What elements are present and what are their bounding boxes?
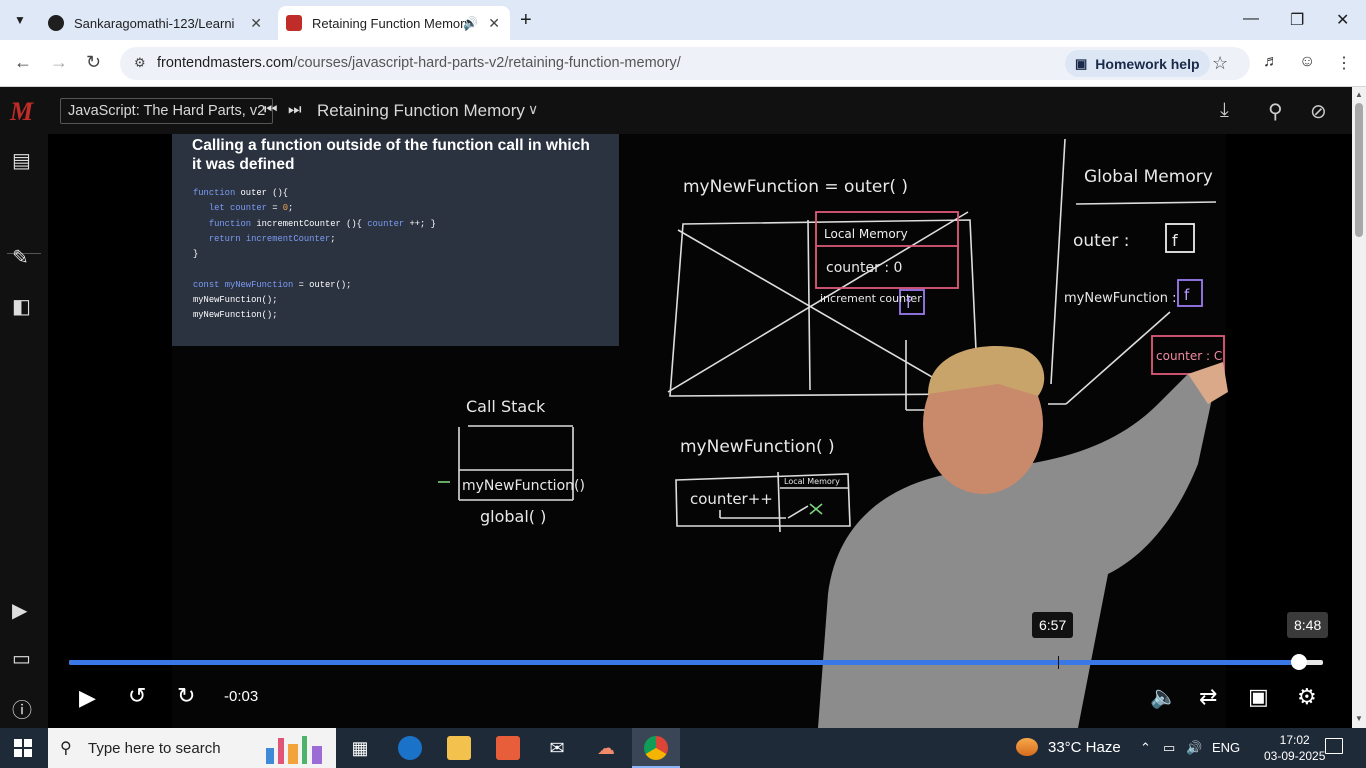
scroll-thumb[interactable] [1355, 103, 1363, 237]
duration-tooltip: 8:48 [1287, 612, 1329, 638]
file-explorer-icon[interactable] [447, 736, 471, 760]
hover-time-tooltip: 6:57 [1032, 612, 1074, 638]
window-close-icon[interactable]: ✕ [1336, 10, 1349, 30]
forward-arrow-icon[interactable]: → [50, 52, 68, 73]
previous-lesson-icon[interactable]: ⏮ [264, 101, 278, 118]
play-icon[interactable]: ▶ [79, 685, 96, 711]
notes-edit-icon[interactable]: ✎ [12, 245, 29, 270]
player-sidebar: ▤ ✎ ◧ ▶ ▭ ⓘ [0, 134, 48, 728]
tray-chevron-icon[interactable]: ⌃ [1140, 740, 1151, 756]
bookmark-star-icon[interactable]: ☆ [1212, 53, 1228, 74]
progress-hover-marker [1058, 656, 1059, 669]
tab-title: Retaining Function Memory [312, 15, 471, 31]
microsoft-store-icon[interactable] [496, 736, 520, 760]
reload-icon[interactable]: ↻ [86, 52, 101, 73]
github-icon [48, 15, 64, 31]
forward-icon[interactable]: ↻ [177, 683, 195, 709]
progress-bar[interactable] [69, 654, 1323, 670]
theater-mode-icon[interactable]: ▭ [12, 646, 31, 671]
browser-tab-strip: ▼ Sankaragomathi-123/Learning- ✕ Retaini… [0, 0, 1366, 40]
url-host: frontendmasters.com [157, 55, 294, 71]
clock-date: 03-09-2025 [1264, 749, 1326, 763]
weather-widget[interactable]: 33°C Haze [1016, 738, 1121, 756]
haze-weather-icon [1016, 738, 1038, 756]
frontendmasters-player-app: M JavaScript: The Hard Parts, v2 ⏮ ⏭ Ret… [0, 87, 1352, 728]
lens-icon: ▣ [1075, 55, 1088, 71]
tab-audio-icon[interactable]: 🔊 [463, 16, 478, 30]
search-icon: ⚲ [60, 740, 72, 757]
download-icon[interactable]: ⤓ [1220, 99, 1229, 122]
language-indicator[interactable]: ENG [1212, 740, 1240, 755]
speaker-icon[interactable]: 🔊 [1186, 740, 1202, 756]
hide-eye-icon[interactable]: ⊘ [1310, 99, 1327, 124]
chrome-icon [644, 736, 668, 760]
presenter-silhouette [818, 346, 1228, 728]
transcript-icon[interactable]: ◧ [12, 294, 31, 319]
notification-center-icon[interactable] [1325, 738, 1343, 754]
chrome-taskbar-active[interactable] [632, 728, 680, 768]
homework-help-label: Homework help [1095, 55, 1200, 72]
windows-start-icon[interactable] [14, 739, 32, 757]
windows-taskbar: ⚲ Type here to search ▦ ✉ ☁ 33°C Haze ⌃ … [0, 728, 1366, 768]
cloud-app-icon[interactable]: ☁ [594, 736, 618, 760]
browser-toolbar: ← → ↻ ⚙ frontendmasters.com/courses/java… [0, 40, 1366, 87]
network-icon[interactable]: ▭ [1163, 740, 1175, 756]
taskbar-search-box[interactable]: ⚲ Type here to search [48, 728, 336, 768]
clock-time: 17:02 [1279, 733, 1310, 747]
site-info-icon[interactable]: ⚙ [134, 55, 146, 71]
progress-handle[interactable] [1291, 654, 1307, 670]
back-arrow-icon[interactable]: ← [14, 52, 32, 73]
task-view-icon[interactable]: ▦ [348, 736, 372, 760]
system-clock[interactable]: 17:02 03-09-2025 [1264, 732, 1325, 764]
restore-icon[interactable]: ❐ [1290, 10, 1304, 30]
tab-search-chevron-icon[interactable]: ▼ [8, 8, 32, 32]
remaining-time: -0:03 [224, 688, 259, 705]
profile-avatar-icon[interactable]: ☺ [1299, 53, 1315, 71]
volume-icon[interactable]: 🔈 [1150, 684, 1177, 710]
help-icon[interactable]: ⓘ [12, 694, 32, 723]
minimize-icon[interactable]: — [1243, 10, 1259, 28]
playlist-autoplay-icon[interactable]: ⇄ [1199, 684, 1217, 710]
scroll-up-arrow-icon[interactable]: ▲ [1355, 90, 1363, 99]
scroll-down-arrow-icon[interactable]: ▼ [1355, 714, 1363, 723]
weather-text: 33°C Haze [1048, 738, 1121, 756]
mail-icon[interactable]: ✉ [545, 736, 569, 760]
tab-close-icon[interactable]: ✕ [250, 15, 262, 32]
menu-kebab-icon[interactable]: ⋮ [1336, 53, 1352, 73]
fullscreen-icon[interactable]: ▣ [1248, 684, 1269, 710]
search-highlight-city-icon [260, 732, 332, 764]
url-path: /courses/javascript-hard-parts-v2/retain… [293, 55, 681, 71]
new-tab-plus-icon[interactable]: + [520, 9, 532, 32]
progress-fill [69, 660, 1299, 665]
next-lesson-icon[interactable]: ⏭ [288, 101, 302, 118]
search-icon[interactable]: ⚲ [1268, 99, 1283, 124]
tab-title: Sankaragomathi-123/Learning- [74, 15, 234, 31]
homework-help-button[interactable]: ▣ Homework help [1065, 50, 1210, 77]
url-text[interactable]: frontendmasters.com/courses/javascript-h… [157, 55, 681, 71]
browser-tab-github[interactable]: Sankaragomathi-123/Learning- ✕ [40, 6, 272, 40]
course-title-button[interactable]: JavaScript: The Hard Parts, v2 [60, 98, 274, 124]
frontendmasters-logo[interactable]: M [10, 97, 33, 127]
taskbar-search-placeholder: Type here to search [88, 740, 221, 757]
player-header: M JavaScript: The Hard Parts, v2 ⏮ ⏭ Ret… [0, 87, 1352, 134]
settings-gear-icon[interactable]: ⚙ [1297, 684, 1317, 710]
address-bar[interactable]: ⚙ frontendmasters.com/courses/javascript… [120, 47, 1250, 80]
announcements-megaphone-icon[interactable]: ▶ [12, 598, 27, 623]
media-control-icon[interactable]: ♬ [1263, 53, 1279, 71]
lesson-dropdown-chevron-icon[interactable]: ∨ [528, 101, 538, 118]
tab-close-icon[interactable]: ✕ [488, 15, 500, 32]
video-frame[interactable]: Calling a function outside of the functi… [48, 134, 1352, 728]
lesson-title[interactable]: Retaining Function Memory [317, 101, 525, 121]
edge-browser-icon[interactable] [398, 736, 422, 760]
browser-tab-frontendmasters[interactable]: Retaining Function Memory 🔊 ✕ [278, 6, 510, 40]
lessons-list-icon[interactable]: ▤ [12, 148, 31, 173]
frontendmasters-favicon-icon [286, 15, 302, 31]
rewind-icon[interactable]: ↺ [128, 683, 146, 709]
page-scrollbar[interactable]: ▲ ▼ [1352, 87, 1366, 728]
